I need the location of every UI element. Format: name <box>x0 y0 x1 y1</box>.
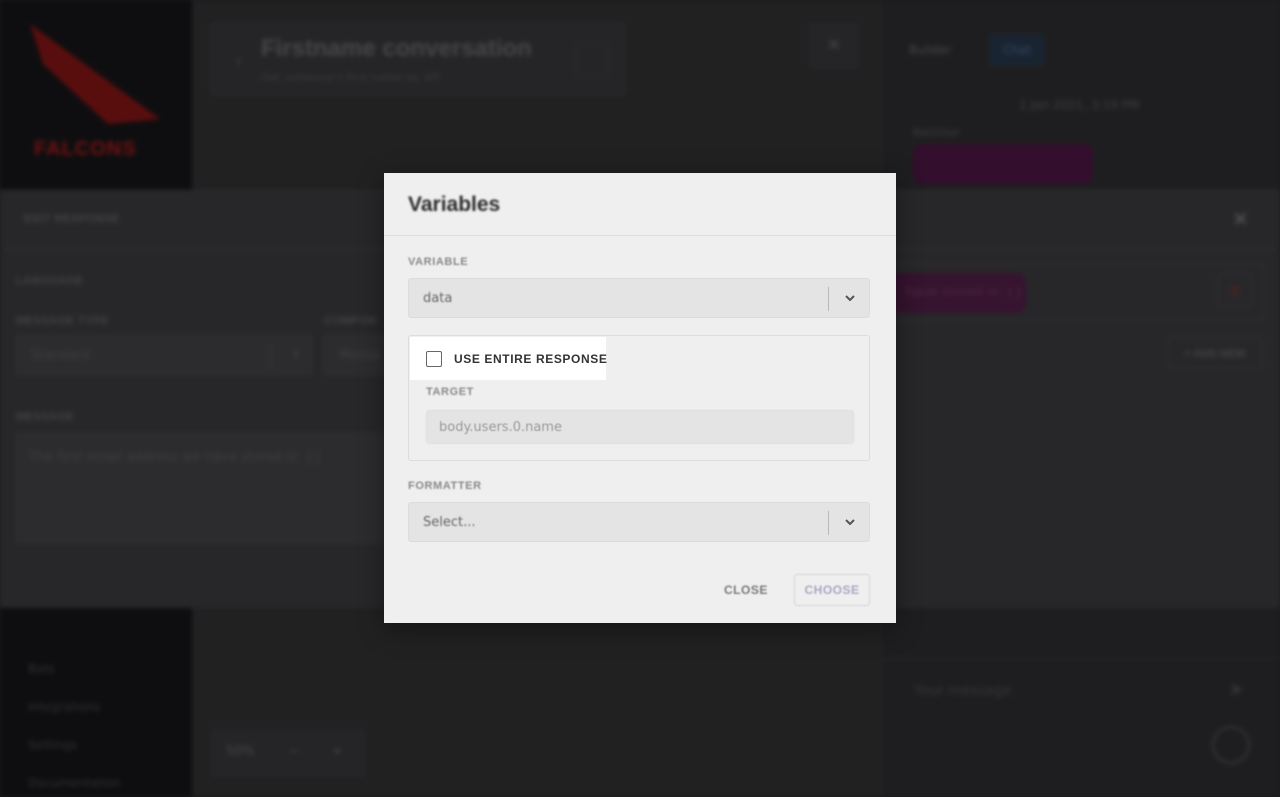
variables-modal: Variables VARIABLE data FORMATTER Select… <box>384 173 896 623</box>
target-input[interactable]: body.users.0.name <box>426 410 854 444</box>
variable-label: VARIABLE <box>408 256 469 268</box>
chevron-down-icon <box>845 519 855 526</box>
target-label: TARGET <box>426 386 475 398</box>
chevron-down-icon <box>845 295 855 302</box>
variable-select[interactable]: data <box>408 278 870 318</box>
formatter-label: FORMATTER <box>408 480 482 492</box>
modal-title: Variables <box>408 193 501 216</box>
variable-value: data <box>423 291 453 306</box>
use-entire-response-label[interactable]: USE ENTIRE RESPONSE <box>454 352 607 366</box>
modal-divider <box>384 235 896 236</box>
formatter-placeholder: Select... <box>423 515 476 530</box>
use-entire-response-checkbox[interactable]: USE ENTIRE RESPONSE <box>410 337 607 380</box>
choose-button[interactable]: CHOOSE <box>794 574 870 606</box>
select-separator <box>828 287 829 311</box>
select-separator <box>828 511 829 535</box>
checkbox-icon[interactable] <box>426 351 442 367</box>
close-button[interactable]: CLOSE <box>716 575 776 605</box>
formatter-select[interactable]: Select... <box>408 502 870 542</box>
